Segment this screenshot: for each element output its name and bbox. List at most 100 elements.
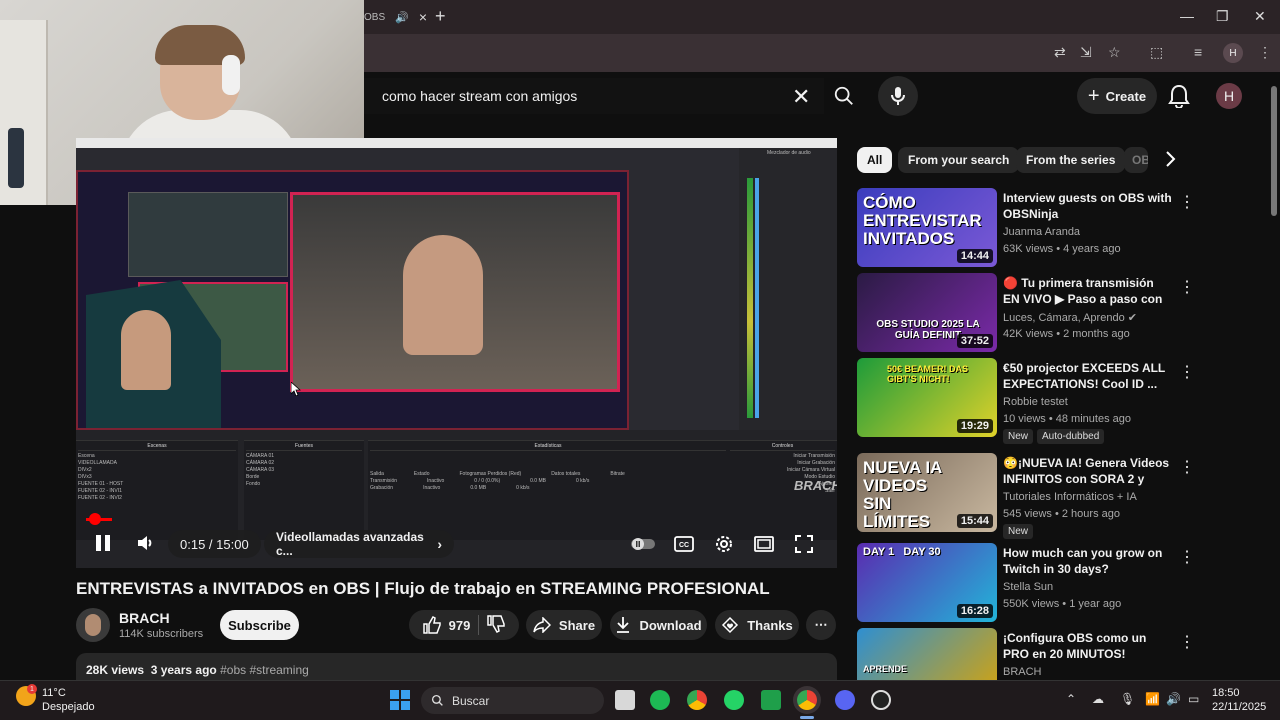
browser-tab[interactable]: OBS 🔊 × [364,4,427,30]
recommended-video[interactable]: 50€ BEAMER! DAS GIBT'S NICHT! 19:29 €50 … [857,358,1195,444]
chip-obs[interactable]: OB [1124,147,1148,173]
account-avatar[interactable]: H [1216,83,1242,109]
chip-from-the-series[interactable]: From the series [1016,147,1126,173]
windows-start-icon[interactable] [390,690,410,710]
video-title[interactable]: 😳¡NUEVA IA! Genera Videos INFINITOS con … [1003,455,1173,489]
chapter-button[interactable]: Videollamadas avanzadas c... › [264,530,454,558]
theater-mode-button[interactable] [751,532,777,556]
weather-temperature[interactable]: 11°C [42,687,66,699]
video-thumbnail[interactable]: DAY 1 DAY 30 16:28 [857,543,997,622]
video-title[interactable]: 🔴 Tu primera transmisión EN VIVO ▶ Paso … [1003,275,1173,309]
media-controls-icon[interactable]: ≡ [1194,44,1202,60]
fullscreen-button[interactable] [791,532,817,556]
autoplay-toggle[interactable] [630,532,656,556]
recommended-video[interactable]: CÓMO ENTREVISTAR INVITADOS 14:44 Intervi… [857,188,1195,268]
clear-search-icon[interactable]: ✕ [792,84,810,110]
browser-menu-icon[interactable]: ⋮ [1258,44,1272,61]
more-vertical-icon[interactable]: ⋮ [1179,277,1195,297]
video-thumbnail[interactable]: CÓMO ENTREVISTAR INVITADOS 14:44 [857,188,997,267]
install-icon[interactable]: ⇲ [1080,44,1092,61]
video-thumbnail[interactable]: 50€ BEAMER! DAS GIBT'S NICHT! 19:29 [857,358,997,437]
video-title[interactable]: €50 projector EXCEEDS ALL EXPECTATIONS! … [1003,360,1173,392]
channel-name[interactable]: BRACH [1003,666,1042,678]
like-button[interactable]: 979 [422,616,470,634]
extensions-icon[interactable]: ⬚ [1150,44,1163,61]
download-button[interactable]: Download [610,610,707,640]
weather-description[interactable]: Despejado [42,701,95,713]
speaker-icon[interactable]: 🔊 [1166,692,1181,706]
channel-name[interactable]: Luces, Cámara, Aprendo ✔ [1003,311,1137,324]
time-display: 0:15 / 15:00 [168,530,261,558]
page-scrollbar[interactable] [1269,76,1279,680]
chrome-icon[interactable] [687,690,707,710]
minimize-button[interactable]: — [1180,8,1194,24]
progress-scrubber[interactable] [89,513,101,525]
chrome-profile-icon[interactable] [797,690,817,710]
scrollbar-thumb[interactable] [1271,86,1277,216]
maximize-button[interactable]: ❐ [1216,8,1229,25]
recommended-video[interactable]: OBS STUDIO 2025 LA GUÍA DEFINIT 37:52 🔴 … [857,273,1195,353]
video-player[interactable]: Mezclador de audio Escenas Escena VIDEOL… [76,138,837,568]
audio-icon[interactable]: 🔊 [395,11,409,24]
more-vertical-icon[interactable]: ⋮ [1179,457,1195,477]
notifications-button[interactable] [1168,84,1190,113]
clock-time[interactable]: 18:50 [1212,687,1240,699]
battery-icon[interactable]: ▭ [1188,692,1199,706]
channel-name[interactable]: Robbie testet [1003,396,1068,408]
recommended-video[interactable]: NUEVA IA VIDEOS SIN LÍMITES 15:44 😳¡NUEV… [857,453,1195,539]
taskbar-search[interactable]: Buscar [421,687,604,714]
new-tab-button[interactable]: + [435,6,446,27]
discord-icon[interactable] [835,690,855,710]
more-vertical-icon[interactable]: ⋮ [1179,192,1195,212]
more-vertical-icon[interactable]: ⋮ [1179,362,1195,382]
video-thumbnail[interactable]: NUEVA IA VIDEOS SIN LÍMITES 15:44 [857,453,997,532]
excel-icon[interactable] [761,690,781,710]
channel-name[interactable]: Juanma Aranda [1003,226,1080,238]
source-item: CÁMARA 02 [246,460,275,466]
settings-button[interactable] [711,532,737,556]
wifi-icon[interactable]: 📶 [1145,692,1160,706]
video-title[interactable]: How much can you grow on Twitch in 30 da… [1003,545,1173,577]
video-title[interactable]: ¡Configura OBS como un PRO en 20 MINUTOS… [1003,630,1173,662]
pause-button[interactable] [88,528,118,558]
recommended-video[interactable]: DAY 1 DAY 30 16:28 How much can you grow… [857,543,1195,623]
whatsapp-icon[interactable] [724,690,744,710]
video-title[interactable]: Interview guests on OBS with OBSNinja [1003,190,1173,222]
hashtags[interactable]: #obs #streaming [220,663,309,677]
search-button[interactable] [824,78,864,114]
voice-search-button[interactable] [878,76,918,116]
more-vertical-icon[interactable]: ⋮ [1179,632,1195,652]
obs-icon[interactable] [871,690,891,710]
chevron-up-icon[interactable]: ⌃ [1066,692,1076,706]
chip-from-your-search[interactable]: From your search [898,147,1020,173]
spotify-icon[interactable] [650,690,670,710]
create-button[interactable]: + Create [1077,78,1157,114]
video-thumbnail[interactable]: OBS STUDIO 2025 LA GUÍA DEFINIT 37:52 [857,273,997,352]
subtitles-button[interactable]: CC [671,532,697,556]
clock-date[interactable]: 22/11/2025 [1212,701,1266,713]
tab-close-icon[interactable]: × [419,9,427,25]
more-vertical-icon[interactable]: ⋮ [1179,547,1195,567]
translate-icon[interactable]: ⇄ [1054,44,1066,61]
bookmark-star-icon[interactable]: ☆ [1108,44,1121,61]
video-thumbnail[interactable]: APRENDE [857,628,997,680]
browser-profile-avatar[interactable]: H [1223,43,1243,63]
more-actions-button[interactable]: ⋯ [806,610,836,640]
search-query[interactable]: como hacer stream con amigos [382,88,577,104]
channel-name[interactable]: Stella Sun [1003,581,1053,593]
channel-name[interactable]: BRACH [119,610,170,626]
share-button[interactable]: Share [526,610,602,640]
onedrive-icon[interactable]: ☁ [1092,692,1104,706]
chip-all[interactable]: All [857,147,893,173]
subscribe-button[interactable]: Subscribe [220,610,299,640]
file-explorer-icon[interactable] [615,690,635,710]
close-window-button[interactable]: ✕ [1254,8,1266,25]
volume-button[interactable] [130,528,160,558]
thanks-button[interactable]: Thanks [715,610,799,640]
dislike-button[interactable] [487,614,506,636]
chips-next-button[interactable] [1163,150,1177,173]
microphone-icon[interactable]: 🎙 [1120,692,1135,706]
channel-avatar[interactable] [76,608,110,642]
recommended-video[interactable]: APRENDE ¡Configura OBS como un PRO en 20… [857,628,1195,680]
channel-name[interactable]: Tutoriales Informáticos + IA [1003,491,1137,503]
